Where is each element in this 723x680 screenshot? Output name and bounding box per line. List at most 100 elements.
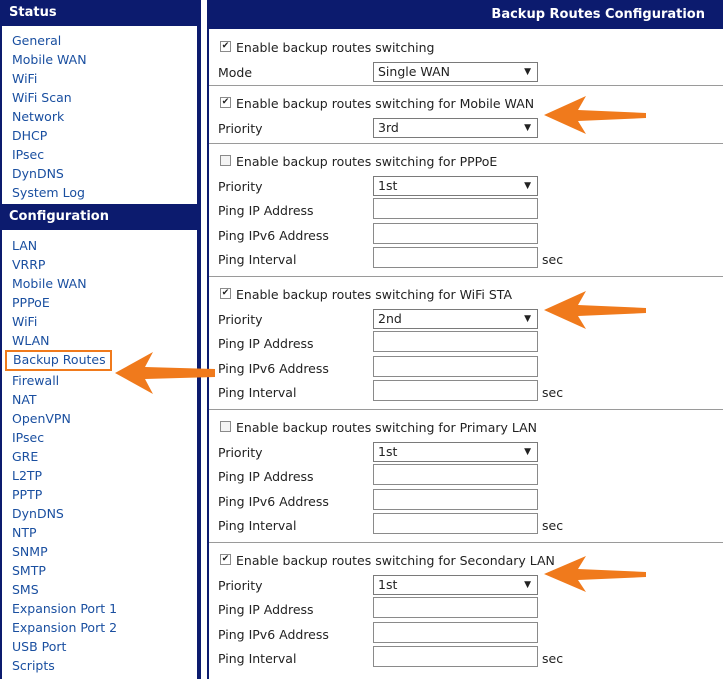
sidebar-item-vrrp[interactable]: VRRP [2, 255, 197, 274]
sidebar-item-l2tp[interactable]: L2TP [2, 466, 197, 485]
sidebar-item-mobile-wan-status[interactable]: Mobile WAN [2, 50, 197, 69]
sidebar-item-wlan[interactable]: WLAN [2, 331, 197, 350]
sidebar-item-wifi[interactable]: WiFi [2, 312, 197, 331]
sidebar-item-pppoe[interactable]: PPPoE [2, 293, 197, 312]
primary-lan-ping-interval-row: Ping Interval sec [218, 513, 723, 539]
wifi-sta-ping-ip-row: Ping IP Address [218, 331, 723, 357]
enable-backup-checkbox[interactable]: ✔ [220, 41, 231, 52]
checkmark-icon: ✔ [221, 288, 230, 298]
mode-row: Mode Single WAN ▼ [218, 61, 723, 86]
secondary-lan-ping-ip-input[interactable] [373, 597, 538, 618]
sec-unit: sec [542, 518, 564, 533]
primary-lan-ping-ip-row: Ping IP Address [218, 464, 723, 490]
sidebar-item-pptp[interactable]: PPTP [2, 485, 197, 504]
checkmark-icon: ✔ [221, 554, 230, 564]
primary-lan-enable-label: Enable backup routes switching for Prima… [236, 420, 538, 435]
secondary-lan-ping-ipv6-input[interactable] [373, 621, 538, 643]
pppoe-ping-ip-input[interactable] [373, 198, 538, 219]
general-section: ✔ Enable backup routes switching Mode Si… [209, 29, 723, 86]
pppoe-enable-row: Enable backup routes switching for PPPoE [218, 150, 723, 175]
sidebar-item-usb-port[interactable]: USB Port [2, 637, 197, 656]
priority-label: Priority [218, 178, 263, 194]
secondary-lan-ping-interval-row: Ping Interval sec [218, 646, 723, 672]
sidebar-item-ntp[interactable]: NTP [2, 523, 197, 542]
secondary-lan-checkbox[interactable]: ✔ [220, 554, 231, 565]
enable-backup-label: Enable backup routes switching [236, 40, 435, 55]
primary-lan-ping-interval-input[interactable] [373, 513, 538, 534]
primary-lan-ping-ipv6-row: Ping IPv6 Address [218, 488, 723, 515]
sidebar-item-openvpn[interactable]: OpenVPN [2, 409, 197, 428]
sidebar-item-mobile-wan[interactable]: Mobile WAN [2, 274, 197, 293]
ping-interval-label: Ping Interval [218, 518, 297, 533]
pppoe-ping-interval-input[interactable] [373, 247, 538, 268]
wifi-sta-enable-label: Enable backup routes switching for WiFi … [236, 287, 513, 302]
sidebar-item-system-log[interactable]: System Log [2, 183, 197, 202]
ping-ip-label: Ping IP Address [218, 336, 314, 351]
wifi-sta-ping-ipv6-input[interactable] [373, 355, 538, 377]
ping-interval-label: Ping Interval [218, 252, 297, 267]
mobile-wan-priority-value: 3rd [378, 119, 399, 135]
mobile-wan-checkbox[interactable]: ✔ [220, 97, 231, 108]
orange-arrow-icon [544, 556, 646, 592]
priority-label: Priority [218, 311, 263, 327]
sidebar-item-expansion-port-1[interactable]: Expansion Port 1 [2, 599, 197, 618]
mode-value: Single WAN [378, 63, 450, 79]
primary-lan-ping-ipv6-input[interactable] [373, 488, 538, 510]
mobile-wan-priority-select[interactable]: 3rd ▼ [373, 117, 538, 138]
secondary-lan-ping-interval-input[interactable] [373, 646, 538, 667]
enable-row: ✔ Enable backup routes switching [218, 36, 723, 61]
pppoe-priority-select[interactable]: 1st ▼ [373, 175, 538, 196]
mode-label: Mode [218, 64, 253, 80]
wifi-sta-checkbox[interactable]: ✔ [220, 288, 231, 299]
chevron-down-icon: ▼ [524, 313, 531, 324]
ping-ip-label: Ping IP Address [218, 203, 314, 218]
ping-ip-label: Ping IP Address [218, 602, 314, 617]
pppoe-enable-label: Enable backup routes switching for PPPoE [236, 154, 498, 169]
wifi-sta-ping-interval-input[interactable] [373, 380, 538, 401]
sidebar-item-dhcp[interactable]: DHCP [2, 126, 197, 145]
sidebar-item-ipsec[interactable]: IPsec [2, 428, 197, 447]
secondary-lan-priority-select[interactable]: 1st ▼ [373, 574, 538, 595]
ping-ipv6-label: Ping IPv6 Address [218, 227, 329, 243]
wifi-sta-priority-select[interactable]: 2nd ▼ [373, 308, 538, 329]
orange-arrow-icon [115, 352, 215, 394]
orange-arrow-icon [544, 291, 646, 329]
sidebar-item-wifi-status[interactable]: WiFi [2, 69, 197, 88]
checkmark-icon: ✔ [221, 97, 230, 107]
sidebar-item-scripts[interactable]: Scripts [2, 656, 197, 675]
mode-select[interactable]: Single WAN ▼ [373, 61, 538, 82]
sec-unit: sec [542, 385, 564, 400]
sidebar-item-sms[interactable]: SMS [2, 580, 197, 599]
sidebar-item-expansion-port-2[interactable]: Expansion Port 2 [2, 618, 197, 637]
primary-lan-checkbox[interactable] [220, 421, 231, 432]
priority-label: Priority [218, 577, 263, 593]
ping-ip-label: Ping IP Address [218, 469, 314, 484]
sidebar-item-dyndns-status[interactable]: DynDNS [2, 164, 197, 183]
pppoe-checkbox[interactable] [220, 155, 231, 166]
sidebar-item-dyndns[interactable]: DynDNS [2, 504, 197, 523]
sidebar-item-gre[interactable]: GRE [2, 447, 197, 466]
sidebar-item-snmp[interactable]: SNMP [2, 542, 197, 561]
sidebar-item-lan[interactable]: LAN [2, 236, 197, 255]
sidebar-item-general[interactable]: General [2, 31, 197, 50]
wifi-sta-ping-ip-input[interactable] [373, 331, 538, 352]
ping-ipv6-label: Ping IPv6 Address [218, 493, 329, 509]
page-title: Backup Routes Configuration [209, 0, 723, 29]
sidebar-item-network[interactable]: Network [2, 107, 197, 126]
pppoe-ping-ipv6-input[interactable] [373, 222, 538, 244]
sidebar-item-ipsec-status[interactable]: IPsec [2, 145, 197, 164]
primary-lan-ping-ip-input[interactable] [373, 464, 538, 485]
pppoe-section: Enable backup routes switching for PPPoE… [209, 144, 723, 277]
sidebar-item-wifi-scan[interactable]: WiFi Scan [2, 88, 197, 107]
sec-unit: sec [542, 651, 564, 666]
sidebar-item-smtp[interactable]: SMTP [2, 561, 197, 580]
primary-lan-section: Enable backup routes switching for Prima… [209, 410, 723, 543]
primary-lan-priority-row: Priority 1st ▼ [218, 441, 723, 466]
sidebar-item-backup-routes[interactable]: Backup Routes [5, 350, 112, 371]
ping-interval-label: Ping Interval [218, 385, 297, 400]
status-menu: General Mobile WAN WiFi WiFi Scan Networ… [2, 26, 197, 204]
secondary-lan-priority-value: 1st [378, 576, 398, 592]
sidebar: Status General Mobile WAN WiFi WiFi Scan… [0, 0, 201, 679]
primary-lan-priority-select[interactable]: 1st ▼ [373, 441, 538, 462]
ping-ipv6-label: Ping IPv6 Address [218, 626, 329, 642]
